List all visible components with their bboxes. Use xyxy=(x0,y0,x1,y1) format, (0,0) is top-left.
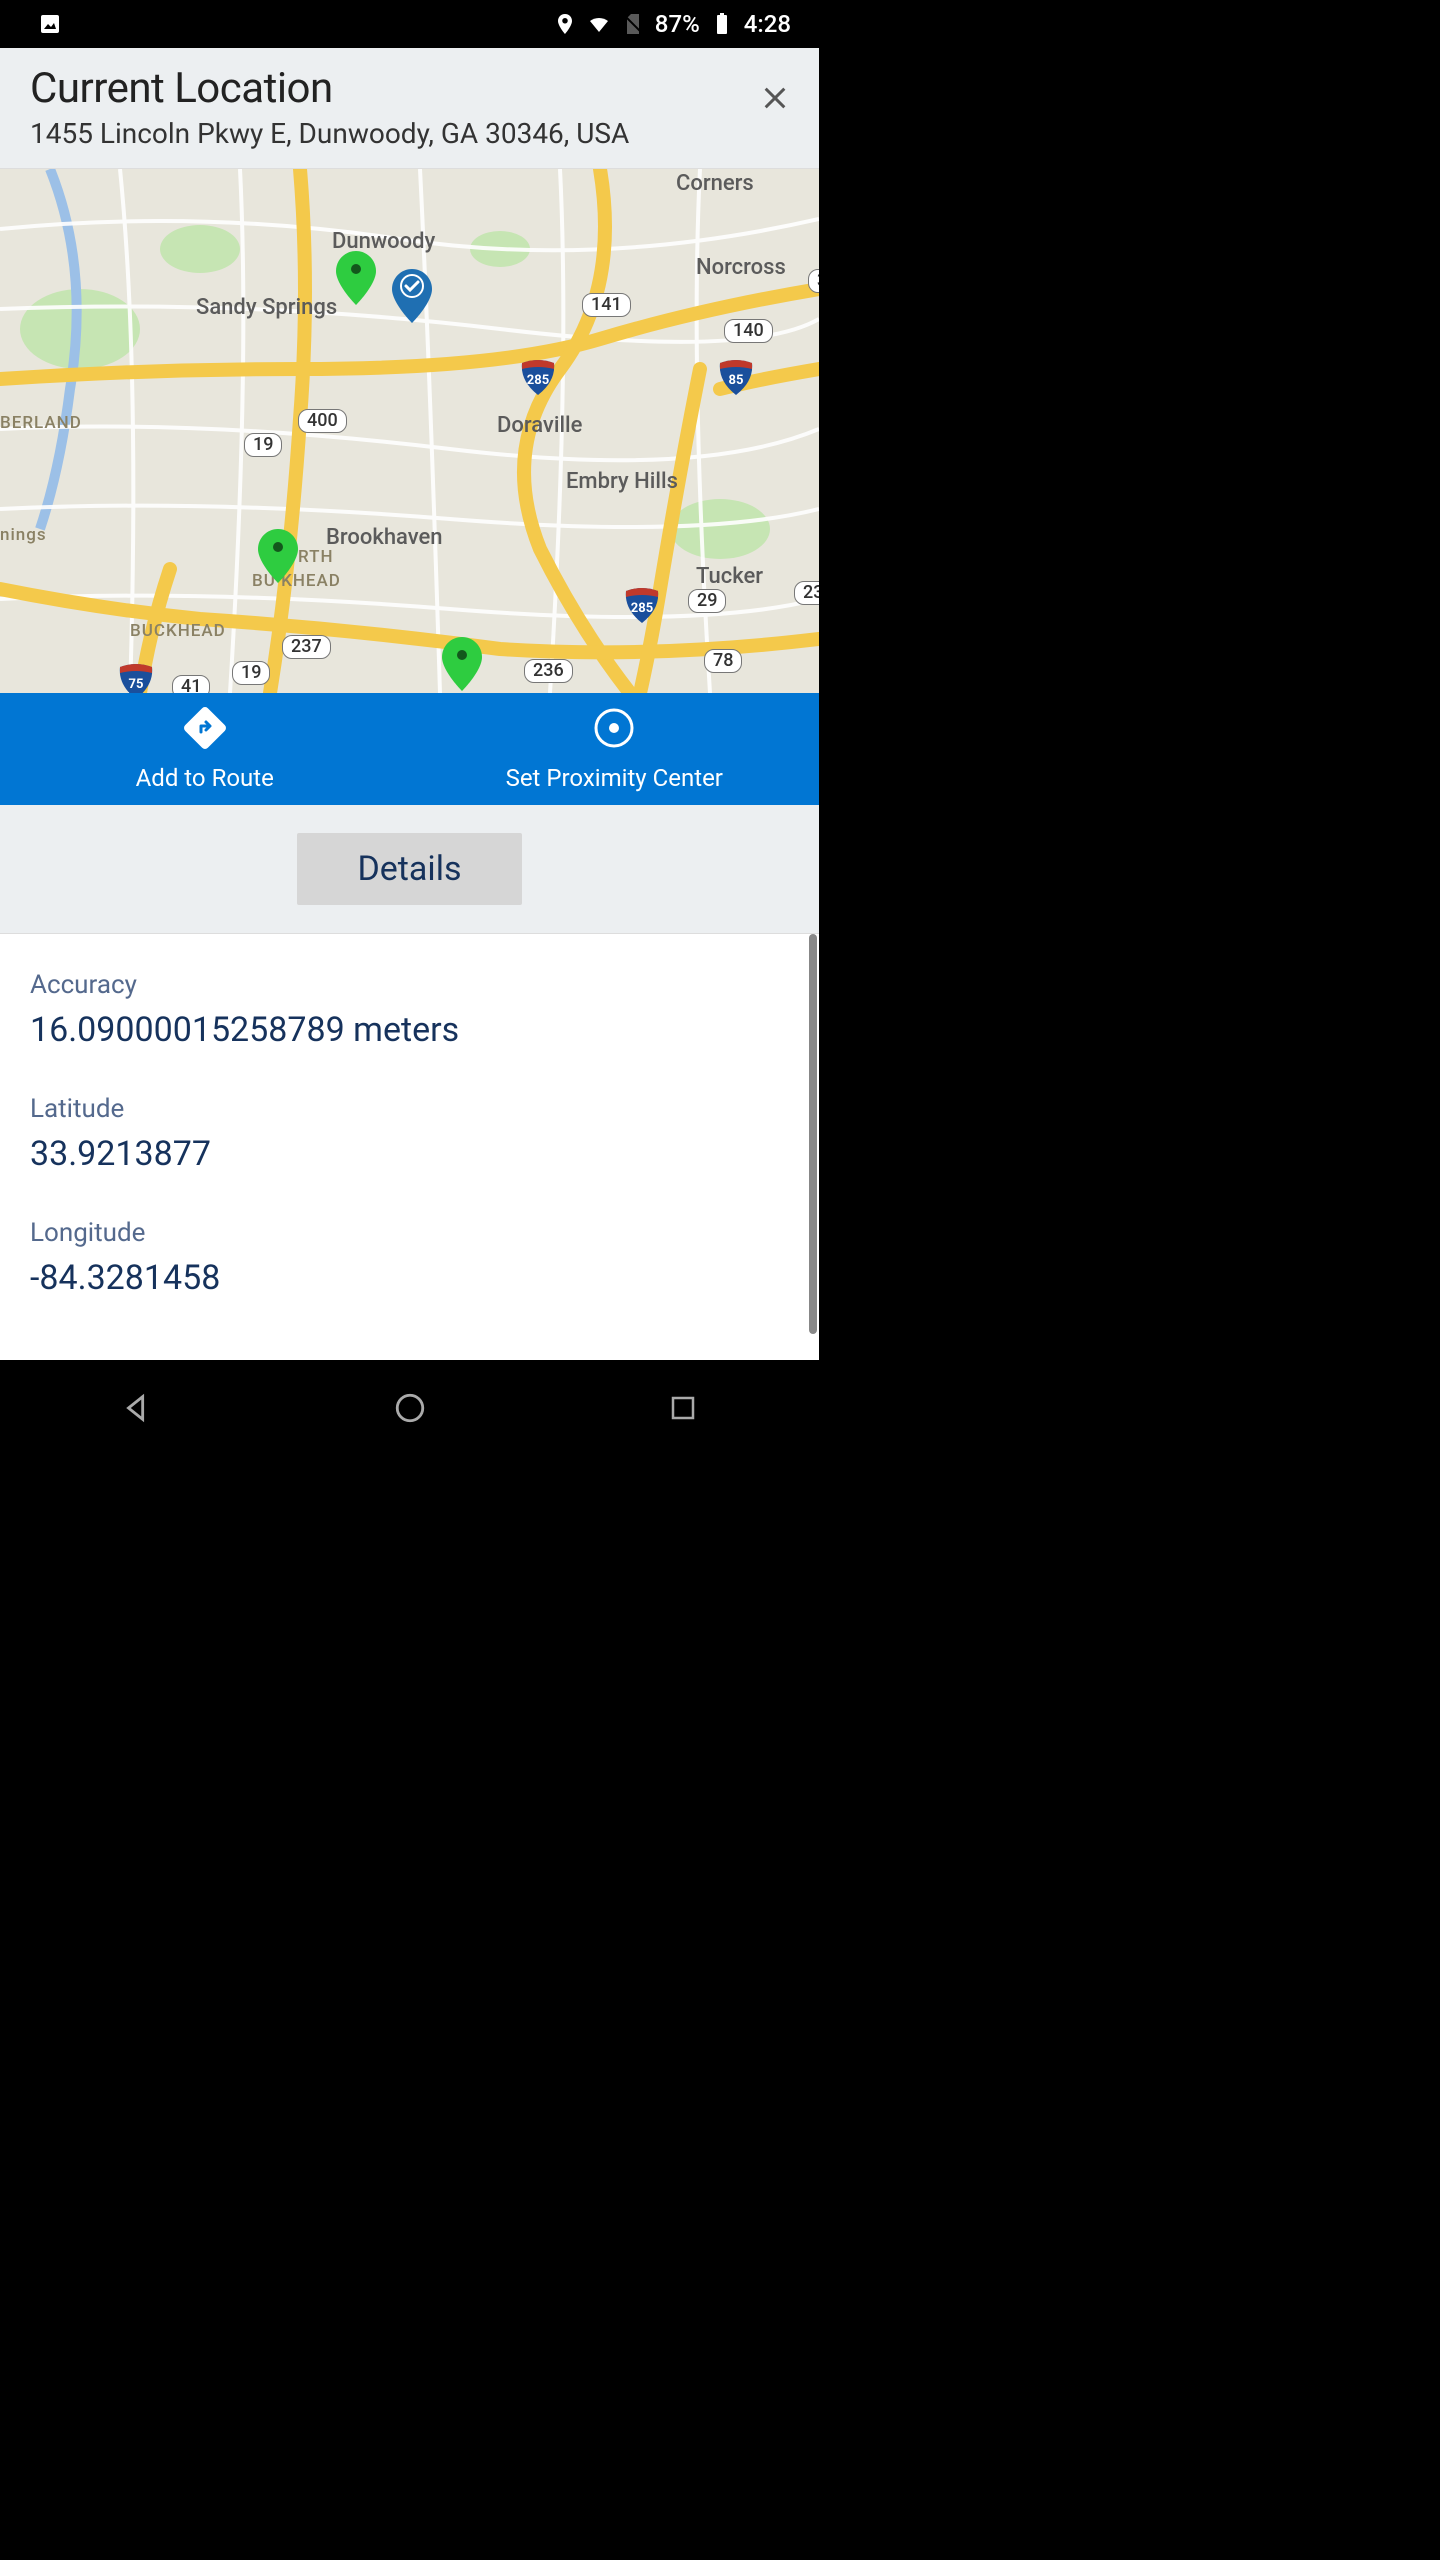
recents-button[interactable] xyxy=(653,1378,713,1438)
map-city-label: Brookhaven xyxy=(326,525,443,550)
action-bar: Add to Route Set Proximity Center xyxy=(0,693,819,805)
svg-text:285: 285 xyxy=(527,373,549,388)
map-city-label: Sandy Springs xyxy=(196,295,337,320)
status-bar: 87% 4:28 xyxy=(0,0,819,48)
location-icon xyxy=(553,12,577,36)
map-city-label: Embry Hills xyxy=(566,469,678,494)
latitude-value: 33.9213877 xyxy=(30,1134,789,1174)
map-route-badge: 41 xyxy=(172,675,210,693)
tab-row: Details xyxy=(0,805,819,934)
details-body[interactable]: Accuracy 16.09000015258789 meters Latitu… xyxy=(0,934,819,1360)
back-button[interactable] xyxy=(107,1378,167,1438)
map-route-badge: 236 xyxy=(524,659,573,683)
map-route-badge: 78 xyxy=(704,649,742,673)
longitude-label: Longitude xyxy=(30,1218,789,1248)
map-city-label: nings xyxy=(0,525,47,545)
field-latitude: Latitude 33.9213877 xyxy=(30,1094,789,1174)
no-sim-icon xyxy=(621,12,645,36)
set-proximity-center-button[interactable]: Set Proximity Center xyxy=(410,693,820,805)
map-pin-icon[interactable] xyxy=(442,637,482,691)
map-city-label: Norcross xyxy=(696,255,786,280)
accuracy-label: Accuracy xyxy=(30,970,789,1000)
map-route-badge: 140 xyxy=(724,319,773,343)
battery-pct: 87% xyxy=(655,10,700,38)
page-title: Current Location xyxy=(30,64,629,113)
map-city-label: BERLAND xyxy=(0,413,82,433)
interstate-shield-icon: 85 xyxy=(716,357,756,397)
wifi-icon xyxy=(587,12,611,36)
svg-text:75: 75 xyxy=(129,677,144,692)
close-button[interactable] xyxy=(755,64,795,136)
status-right: 87% 4:28 xyxy=(553,10,791,38)
map-view[interactable]: DunwoodySandy SpringsCornersNorcrossDora… xyxy=(0,169,819,693)
longitude-value: -84.3281458 xyxy=(30,1258,789,1298)
interstate-shield-icon: 285 xyxy=(518,357,558,397)
map-pin-icon[interactable] xyxy=(258,529,298,583)
directions-icon xyxy=(183,706,227,756)
field-longitude: Longitude -84.3281458 xyxy=(30,1218,789,1298)
set-proximity-label: Set Proximity Center xyxy=(506,764,723,792)
map-route-badge: 236 xyxy=(794,581,819,605)
field-accuracy: Accuracy 16.09000015258789 meters xyxy=(30,970,789,1050)
clock-time: 4:28 xyxy=(744,10,791,38)
map-route-badge: 19 xyxy=(244,433,282,457)
map-city-label: Corners xyxy=(676,171,754,196)
image-icon xyxy=(38,12,62,36)
accuracy-value: 16.09000015258789 meters xyxy=(30,1010,789,1050)
interstate-shield-icon: 285 xyxy=(622,585,662,625)
add-to-route-label: Add to Route xyxy=(136,764,274,792)
map-city-label: BUCKHEAD xyxy=(130,621,226,641)
tab-details[interactable]: Details xyxy=(297,833,521,905)
map-route-badge: 3 xyxy=(808,269,819,293)
svg-text:85: 85 xyxy=(729,373,744,388)
scrollbar-indicator xyxy=(809,934,817,1334)
map-city-label: RTH xyxy=(298,547,334,567)
map-pin-icon[interactable] xyxy=(336,251,376,305)
address-subtitle: 1455 Lincoln Pkwy E, Dunwoody, GA 30346,… xyxy=(30,117,629,150)
map-route-badge: 237 xyxy=(282,635,331,659)
current-location-pin[interactable] xyxy=(392,269,432,323)
map-route-badge: 19 xyxy=(232,661,270,685)
system-nav-bar xyxy=(0,1360,819,1456)
map-city-label: Tucker xyxy=(696,564,763,589)
home-button[interactable] xyxy=(380,1378,440,1438)
svg-text:285: 285 xyxy=(631,601,653,616)
status-left xyxy=(38,12,62,36)
target-icon xyxy=(592,706,636,756)
header: Current Location 1455 Lincoln Pkwy E, Du… xyxy=(0,48,819,169)
map-route-badge: 141 xyxy=(582,293,631,317)
battery-icon xyxy=(710,12,734,36)
map-route-badge: 400 xyxy=(298,409,347,433)
map-city-label: Doraville xyxy=(497,413,582,438)
interstate-shield-icon: 75 xyxy=(116,661,156,693)
latitude-label: Latitude xyxy=(30,1094,789,1124)
map-route-badge: 29 xyxy=(688,589,726,613)
add-to-route-button[interactable]: Add to Route xyxy=(0,693,410,805)
